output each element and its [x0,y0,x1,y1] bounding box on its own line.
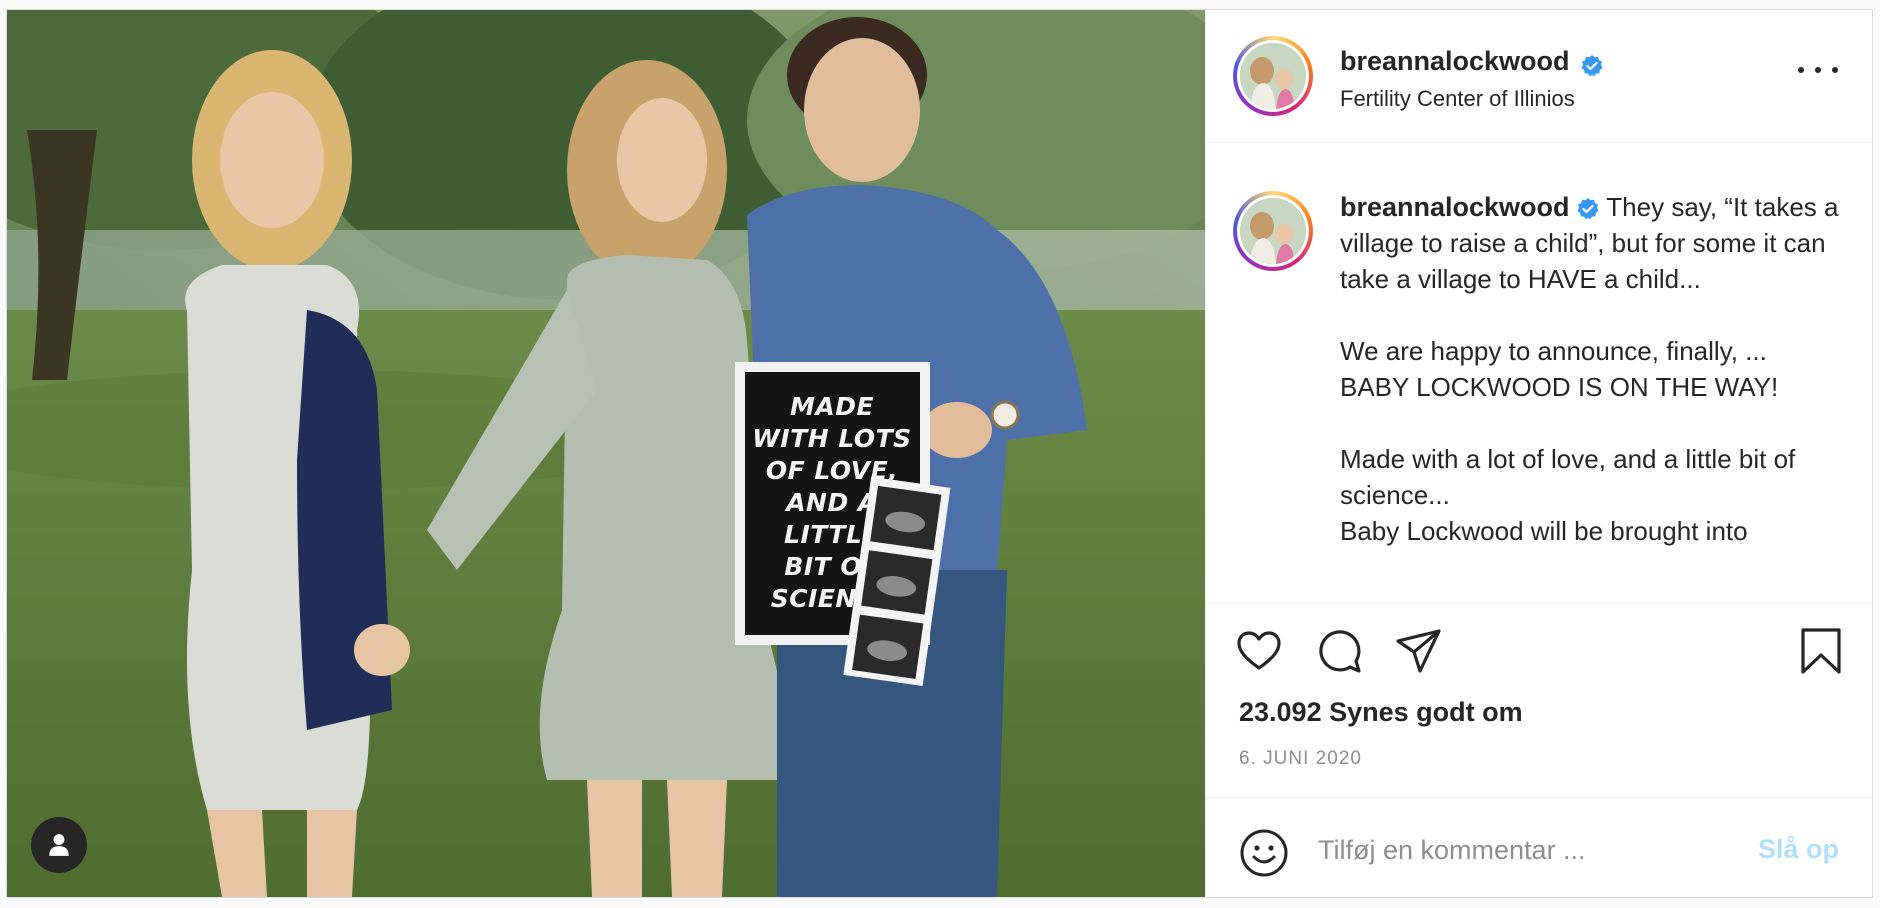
caption-area: breannalockwood They say, “It takes a vi… [1206,143,1872,603]
letterboard-line: MADE [790,392,874,421]
more-dot-icon [1798,67,1804,73]
comment-icon [1319,630,1361,673]
verified-badge-icon [1581,54,1603,77]
emoji-smiley-icon [1240,829,1288,877]
post-header: breannalockwood Fertility Center of Illi… [1206,10,1872,143]
letterboard-line: WITH LOTS [752,424,911,453]
more-dot-icon [1832,67,1838,73]
post-location[interactable]: Fertility Center of Illinios [1340,86,1575,112]
caption-username[interactable]: breannalockwood [1340,192,1570,222]
post-photo[interactable]: MADE WITH LOTS OF LOVE, AND A LITTLE BIT… [7,10,1205,897]
post-date[interactable]: 6. JUNI 2020 [1239,748,1362,770]
share-button[interactable] [1395,627,1443,680]
post-actions: 23.092 Synes godt om 6. JUNI 2020 [1206,603,1872,803]
bookmark-icon [1801,628,1841,674]
post-photo-illustration: MADE WITH LOTS OF LOVE, AND A LITTLE BIT… [7,10,1205,897]
caption-author-avatar[interactable] [1233,191,1313,271]
post-side-panel: breannalockwood Fertility Center of Illi… [1205,10,1872,897]
likes-count[interactable]: 23.092 Synes godt om [1239,697,1523,728]
paper-plane-icon [1396,629,1441,673]
avatar-image [1240,43,1306,109]
save-button[interactable] [1797,627,1845,680]
user-tag-button[interactable] [31,817,87,873]
comment-input[interactable] [1316,824,1740,876]
comment-button[interactable] [1315,627,1363,680]
caption-paragraph: Made with a lot of love, and a little bi… [1340,444,1796,546]
author-avatar[interactable] [1233,36,1313,116]
verified-badge-icon [1576,198,1599,220]
comment-bar: Slå op [1206,797,1872,897]
author-username[interactable]: breannalockwood [1340,46,1570,76]
more-options-button[interactable] [1798,60,1838,80]
instagram-post: MADE WITH LOTS OF LOVE, AND A LITTLE BIT… [6,9,1873,898]
like-button[interactable] [1235,627,1283,680]
letterboard-line: AND A [784,488,878,517]
user-tag-icon [49,834,69,856]
post-comment-button[interactable]: Slå op [1758,834,1839,865]
post-caption: breannalockwood They say, “It takes a vi… [1340,189,1840,549]
avatar-image [1240,198,1306,264]
caption-paragraph: We are happy to announce, finally, ... B… [1340,336,1779,402]
emoji-button[interactable] [1239,828,1289,883]
heart-icon [1237,631,1281,670]
more-dot-icon [1815,67,1821,73]
